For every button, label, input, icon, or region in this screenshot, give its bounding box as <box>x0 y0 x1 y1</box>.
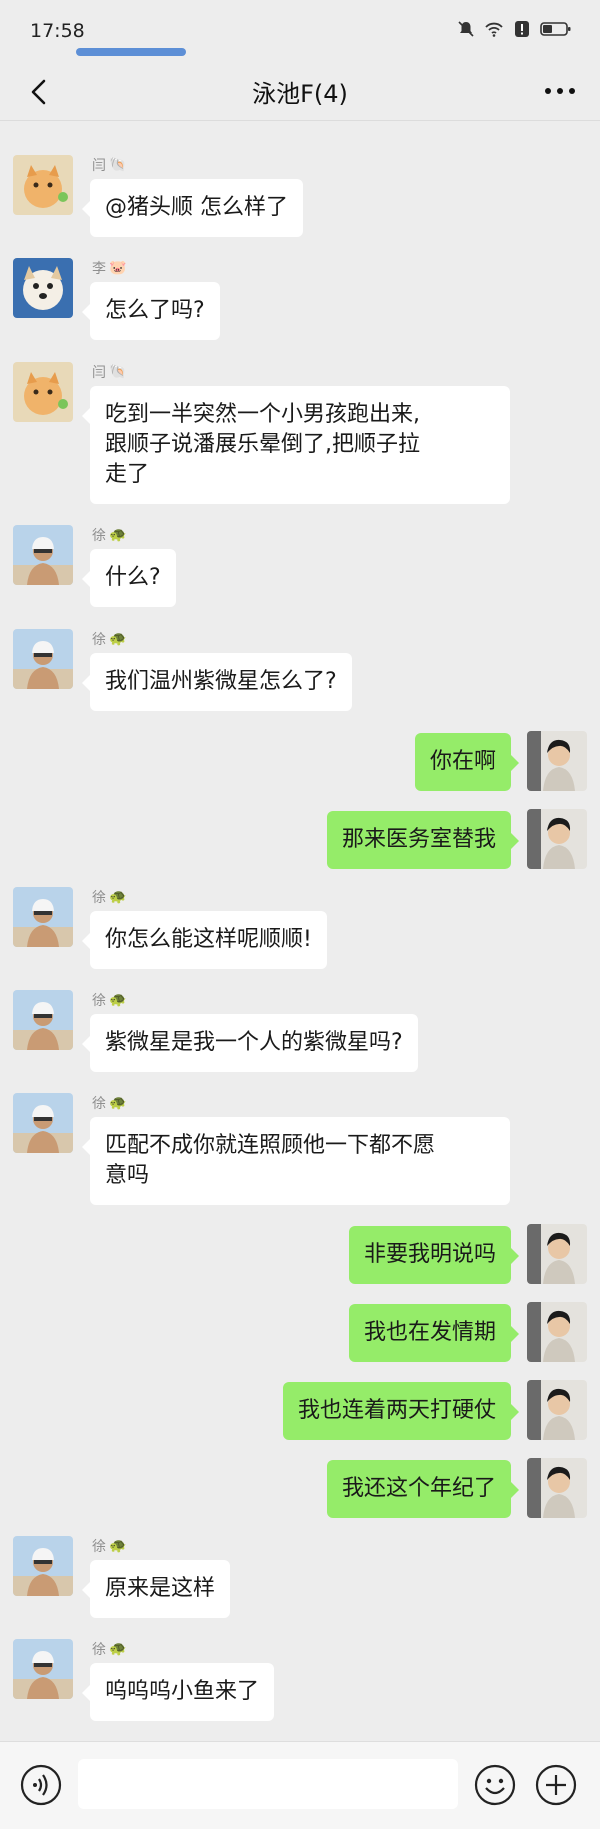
turtle-emoji-icon: 🐢 <box>109 1095 127 1111</box>
shell-emoji-icon: 🐚 <box>109 157 127 173</box>
status-bar: 17:58 <box>0 0 600 64</box>
incoming-message-bubble[interactable]: 呜呜呜小鱼来了 <box>81 1663 275 1721</box>
incoming-message-bubble[interactable]: @猪头顺 怎么样了 <box>82 179 303 237</box>
incoming-message-bubble[interactable]: 吃到一半突然一个小男孩跑出来, 跟顺子说潘展乐晕倒了,把顺子拉 走了 <box>82 386 510 504</box>
emoji-icon[interactable] <box>474 1764 516 1806</box>
sender-name: 徐 🐢 <box>92 1095 127 1112</box>
swimmer-avatar[interactable] <box>13 525 73 585</box>
chat-title: 泳池F(4) <box>252 80 348 108</box>
sender-name: 徐 🐢 <box>92 631 127 648</box>
man-avatar[interactable] <box>527 1224 587 1284</box>
pig-emoji-icon: 🐷 <box>109 260 127 276</box>
cat-avatar[interactable] <box>13 362 73 422</box>
outgoing-message-bubble[interactable]: 非要我明说吗 <box>348 1226 520 1284</box>
chat-message-list[interactable]: 闫 🐚 @猪头顺 怎么样了 李 🐷 怎么了吗? 闫 🐚 吃到一半突然一个小男孩跑出来,… <box>0 121 600 1741</box>
more-options-icon[interactable] <box>542 74 578 108</box>
sender-name: 李 🐷 <box>92 260 127 277</box>
status-time: 17:58 <box>30 20 85 42</box>
message-input[interactable] <box>78 1759 458 1809</box>
sender-name: 徐 🐢 <box>92 992 127 1009</box>
wifi-icon <box>485 22 503 37</box>
outgoing-message-bubble[interactable]: 我还这个年纪了 <box>326 1460 520 1518</box>
turtle-emoji-icon: 🐢 <box>109 527 127 543</box>
incoming-message-bubble[interactable]: 什么? <box>82 549 176 607</box>
sender-name: 徐 🐢 <box>92 1538 127 1555</box>
floating-window-indicator[interactable] <box>76 48 186 56</box>
nav-bar: 泳池F(4) <box>0 64 600 121</box>
turtle-emoji-icon: 🐢 <box>109 1538 127 1554</box>
swimmer-avatar[interactable] <box>13 1093 73 1153</box>
incoming-message-bubble[interactable]: 我们温州紫微星怎么了? <box>82 653 352 711</box>
outgoing-message-bubble[interactable]: 我也在发情期 <box>348 1304 520 1362</box>
swimmer-avatar[interactable] <box>13 887 73 947</box>
dog-avatar[interactable] <box>13 258 73 318</box>
incoming-message-bubble[interactable]: 你怎么能这样呢顺顺! <box>82 911 327 969</box>
sender-name: 徐 🐢 <box>92 527 127 544</box>
incoming-message-bubble[interactable]: 匹配不成你就连照顾他一下都不愿 意吗 <box>82 1117 510 1205</box>
outgoing-message-bubble[interactable]: 那来医务室替我 <box>326 811 520 869</box>
swimmer-avatar[interactable] <box>13 1536 73 1596</box>
outgoing-message-bubble[interactable]: 你在啊 <box>414 733 520 791</box>
sender-name: 闫 🐚 <box>92 364 127 381</box>
swimmer-avatar[interactable] <box>13 629 73 689</box>
incoming-message-bubble[interactable]: 原来是这样 <box>81 1560 231 1618</box>
turtle-emoji-icon: 🐢 <box>109 992 127 1008</box>
man-avatar[interactable] <box>527 1302 587 1362</box>
turtle-emoji-icon: 🐢 <box>109 631 127 647</box>
turtle-emoji-icon: 🐢 <box>109 1641 127 1657</box>
battery-icon <box>540 22 571 36</box>
incoming-message-bubble[interactable]: 紫微星是我一个人的紫微星吗? <box>82 1014 418 1072</box>
turtle-emoji-icon: 🐢 <box>109 889 127 905</box>
sender-name: 闫 🐚 <box>92 157 127 174</box>
man-avatar[interactable] <box>527 1380 587 1440</box>
man-avatar[interactable] <box>527 1458 587 1518</box>
incoming-message-bubble[interactable]: 怎么了吗? <box>82 282 220 340</box>
swimmer-avatar[interactable] <box>13 990 73 1050</box>
swimmer-avatar[interactable] <box>13 1639 73 1699</box>
alert-icon <box>515 21 529 37</box>
add-more-icon[interactable] <box>535 1764 577 1806</box>
mute-bell-icon <box>458 21 474 37</box>
input-bar <box>0 1741 600 1829</box>
outgoing-message-bubble[interactable]: 我也连着两天打硬仗 <box>282 1382 520 1440</box>
cat-avatar[interactable] <box>13 155 73 215</box>
man-avatar[interactable] <box>527 809 587 869</box>
status-icons <box>456 19 572 39</box>
shell-emoji-icon: 🐚 <box>109 364 127 380</box>
man-avatar[interactable] <box>527 731 587 791</box>
sender-name: 徐 🐢 <box>92 1641 127 1658</box>
sender-name: 徐 🐢 <box>92 889 127 906</box>
voice-input-icon[interactable] <box>20 1764 62 1806</box>
